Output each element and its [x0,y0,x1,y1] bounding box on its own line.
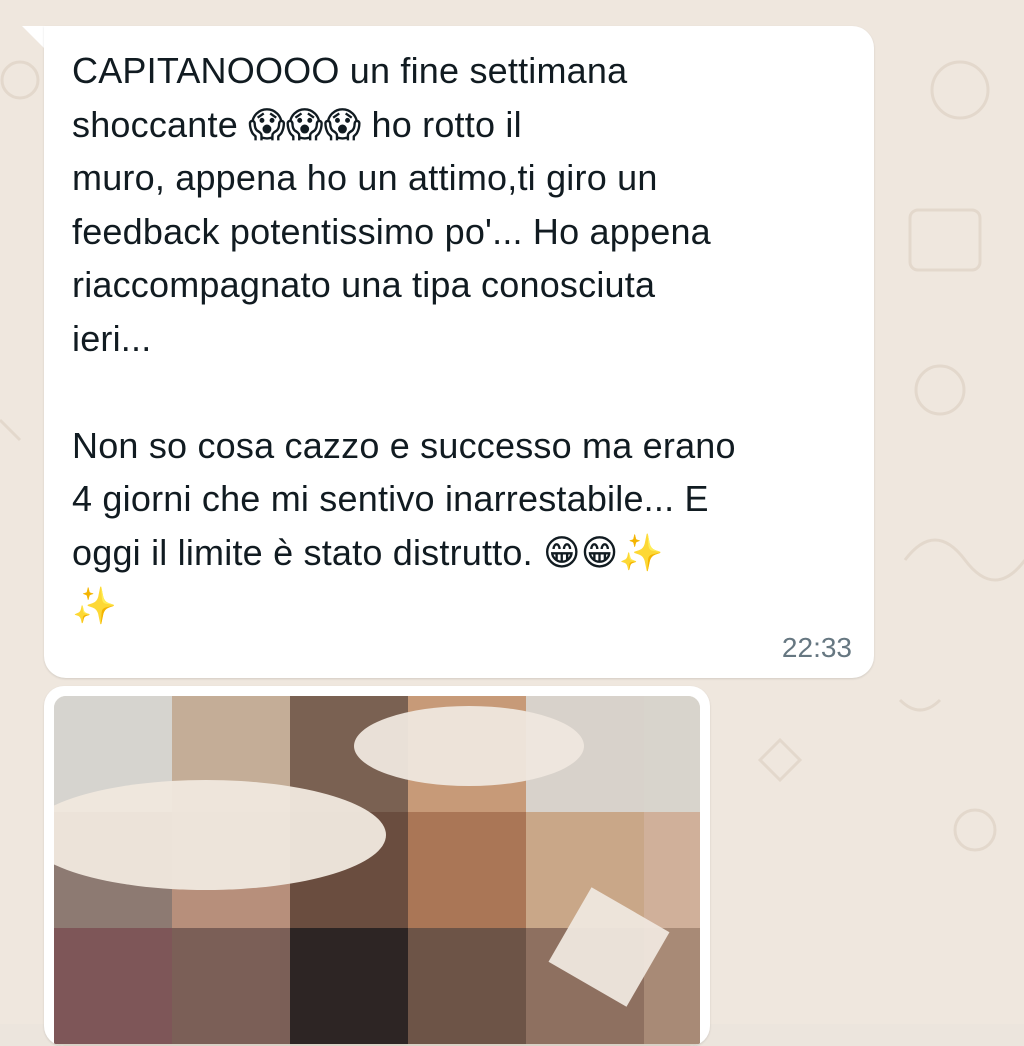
incoming-image-message[interactable] [44,686,710,1046]
message-timestamp: 22:33 [781,632,852,663]
message-bubble-tail [22,26,44,48]
pixelated-photo[interactable] [54,696,700,1046]
message-text: CAPITANOOOO un fine settimana shoccante … [72,50,736,626]
censor-overlay-shape [354,706,584,786]
